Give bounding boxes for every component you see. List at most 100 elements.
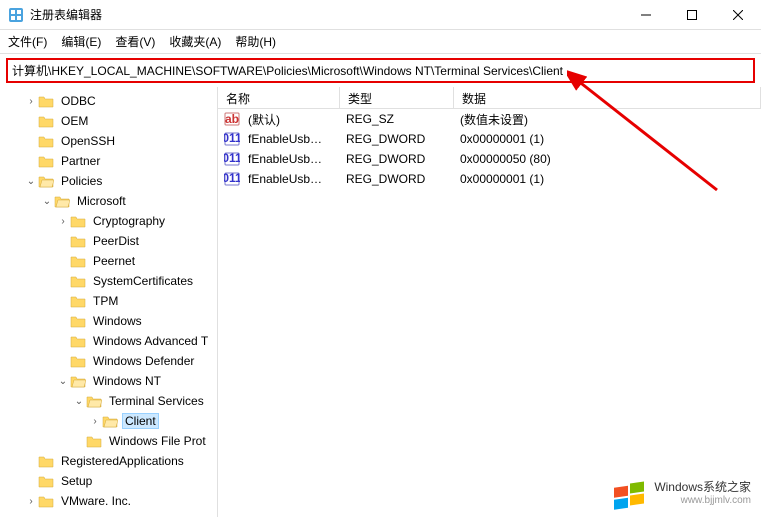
cell-type: REG_SZ: [338, 112, 452, 126]
tree-label: SystemCertificates: [90, 273, 196, 289]
expand-icon[interactable]: ⌄: [72, 396, 86, 407]
svg-text:011: 011: [224, 131, 240, 145]
folder-icon: [38, 154, 54, 168]
cell-type: REG_DWORD: [338, 152, 452, 166]
folder-icon: [86, 394, 102, 408]
column-data[interactable]: 数据: [454, 87, 761, 108]
menu-view[interactable]: 查看(V): [115, 33, 155, 50]
folder-icon: [38, 174, 54, 188]
tree-node-systemcertificates[interactable]: SystemCertificates: [0, 271, 217, 291]
titlebar: 注册表编辑器: [0, 0, 761, 30]
folder-icon: [102, 414, 118, 428]
folder-icon: [70, 334, 86, 348]
folder-icon: [38, 454, 54, 468]
tree-label: OpenSSH: [58, 133, 118, 149]
menu-help[interactable]: 帮助(H): [235, 33, 276, 50]
expand-icon[interactable]: ⌄: [56, 376, 70, 387]
menu-edit[interactable]: 编辑(E): [61, 33, 101, 50]
tree-node-setup[interactable]: Setup: [0, 471, 217, 491]
folder-icon: [38, 114, 54, 128]
tree-node-oem[interactable]: OEM: [0, 111, 217, 131]
list-row[interactable]: 011fEnableUsbBlo...REG_DWORD0x00000001 (…: [218, 129, 761, 149]
reg-dw-icon: 011: [224, 171, 240, 187]
tree-label: RegisteredApplications: [58, 453, 187, 469]
tree-node-windows[interactable]: Windows: [0, 311, 217, 331]
tree-node-tpm[interactable]: TPM: [0, 291, 217, 311]
tree-node-client[interactable]: › Client: [0, 411, 217, 431]
folder-icon: [38, 494, 54, 508]
tree-label: Windows Advanced T: [90, 333, 211, 349]
folder-icon: [54, 194, 70, 208]
tree-node-openssh[interactable]: OpenSSH: [0, 131, 217, 151]
window-buttons: [623, 0, 761, 30]
tree-node-vmware[interactable]: ›VMware. Inc.: [0, 491, 217, 511]
tree-node-policies[interactable]: ⌄ Policies: [0, 171, 217, 191]
expand-icon[interactable]: ⌄: [24, 176, 38, 187]
menu-file[interactable]: 文件(F): [8, 33, 47, 50]
column-type[interactable]: 类型: [340, 87, 454, 108]
tree-node-terminalservices[interactable]: ⌄Terminal Services: [0, 391, 217, 411]
cell-type: REG_DWORD: [338, 132, 452, 146]
folder-icon: [70, 274, 86, 288]
minimize-button[interactable]: [623, 0, 669, 30]
list-panel: 名称 类型 数据 ab(默认)REG_SZ(数值未设置)011fEnableUs…: [218, 87, 761, 517]
expand-icon[interactable]: ›: [56, 216, 70, 227]
tree-label: ODBC: [58, 93, 99, 109]
list-row[interactable]: ab(默认)REG_SZ(数值未设置): [218, 109, 761, 129]
tree-node-cryptography[interactable]: › Cryptography: [0, 211, 217, 231]
column-name[interactable]: 名称: [218, 87, 340, 108]
list-row[interactable]: 011fEnableUsbNo...REG_DWORD0x00000050 (8…: [218, 149, 761, 169]
cell-name: fEnableUsbNo...: [240, 152, 338, 166]
tree-label: TPM: [90, 293, 121, 309]
tree-label: Microsoft: [74, 193, 129, 209]
app-icon: [8, 7, 24, 23]
list-header: 名称 类型 数据: [218, 87, 761, 109]
address-bar[interactable]: 计算机\HKEY_LOCAL_MACHINE\SOFTWARE\Policies…: [6, 58, 755, 83]
expand-icon[interactable]: ›: [88, 416, 102, 427]
folder-icon: [70, 314, 86, 328]
cell-type: REG_DWORD: [338, 172, 452, 186]
tree-node-windowsdefender[interactable]: Windows Defender: [0, 351, 217, 371]
tree-label: Cryptography: [90, 213, 168, 229]
cell-data: 0x00000001 (1): [452, 172, 761, 186]
cell-name: (默认): [240, 111, 338, 128]
folder-icon: [70, 214, 86, 228]
tree-node-odbc[interactable]: › ODBC: [0, 91, 217, 111]
folder-icon: [38, 94, 54, 108]
expand-icon[interactable]: ⌄: [40, 196, 54, 207]
window-title: 注册表编辑器: [30, 6, 623, 23]
list-row[interactable]: 011fEnableUsbSel...REG_DWORD0x00000001 (…: [218, 169, 761, 189]
tree-label: Windows NT: [90, 373, 164, 389]
menu-favorites[interactable]: 收藏夹(A): [169, 33, 221, 50]
windows-logo-icon: [612, 474, 648, 510]
tree-node-windowsnt[interactable]: ⌄ Windows NT: [0, 371, 217, 391]
tree-node-registeredapplications[interactable]: RegisteredApplications: [0, 451, 217, 471]
tree-label: Setup: [58, 473, 95, 489]
tree-node-peernet[interactable]: Peernet: [0, 251, 217, 271]
close-button[interactable]: [715, 0, 761, 30]
tree-node-microsoft[interactable]: ⌄ Microsoft: [0, 191, 217, 211]
tree-node-peerdist[interactable]: PeerDist: [0, 231, 217, 251]
tree-node-windowsfileprot[interactable]: Windows File Prot: [0, 431, 217, 451]
folder-icon: [70, 374, 86, 388]
expand-icon[interactable]: ›: [24, 496, 38, 507]
tree-node-partner[interactable]: Partner: [0, 151, 217, 171]
tree-label: Client: [122, 413, 159, 429]
main-area: › ODBC OEM OpenSSH Partner ⌄ Policies ⌄ Microsof…: [0, 87, 761, 517]
tree-panel[interactable]: › ODBC OEM OpenSSH Partner ⌄ Policies ⌄ Microsof…: [0, 87, 218, 517]
cell-name: fEnableUsbSel...: [240, 172, 338, 186]
expand-icon[interactable]: ›: [24, 96, 38, 107]
folder-icon: [38, 474, 54, 488]
cell-data: 0x00000050 (80): [452, 152, 761, 166]
svg-text:011: 011: [224, 171, 240, 185]
svg-text:ab: ab: [225, 112, 239, 126]
reg-sz-icon: ab: [224, 111, 240, 127]
tree-node-windowsadvanced[interactable]: Windows Advanced T: [0, 331, 217, 351]
folder-icon: [38, 134, 54, 148]
tree-label: Policies: [58, 173, 105, 189]
menubar: 文件(F) 编辑(E) 查看(V) 收藏夹(A) 帮助(H): [0, 30, 761, 54]
maximize-button[interactable]: [669, 0, 715, 30]
cell-data: 0x00000001 (1): [452, 132, 761, 146]
folder-icon: [70, 254, 86, 268]
folder-icon: [70, 234, 86, 248]
